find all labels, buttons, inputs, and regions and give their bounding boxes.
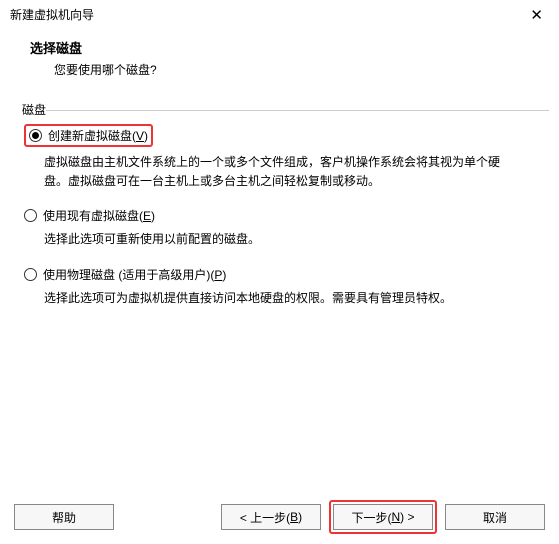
wizard-header: 选择磁盘 您要使用哪个磁盘? — [0, 28, 559, 90]
option-use-existing-disk[interactable]: 使用现有虚拟磁盘(E) 选择此选项可重新使用以前配置的磁盘。 — [24, 207, 539, 249]
option-description: 虚拟磁盘由主机文件系统上的一个或多个文件组成，客户机操作系统会将其视为单个硬盘。… — [44, 153, 519, 191]
next-button[interactable]: 下一步(N) > — [333, 504, 433, 530]
option-label: 使用现有虚拟磁盘(E) — [43, 207, 155, 224]
radio-use-physical-disk[interactable] — [24, 268, 37, 281]
title-bar: 新建虚拟机向导 ✕ — [0, 0, 559, 28]
radio-use-existing-disk[interactable] — [24, 209, 37, 222]
option-label: 创建新虚拟磁盘(V) — [48, 127, 148, 144]
back-button[interactable]: < 上一步(B) — [221, 504, 321, 530]
page-title: 选择磁盘 — [30, 38, 559, 57]
cancel-button[interactable]: 取消 — [445, 504, 545, 530]
option-description: 选择此选项可为虚拟机提供直接访问本地硬盘的权限。需要具有管理员特权。 — [44, 289, 519, 308]
option-description: 选择此选项可重新使用以前配置的磁盘。 — [44, 230, 519, 249]
option-create-new-disk[interactable]: 创建新虚拟磁盘(V) 虚拟磁盘由主机文件系统上的一个或多个文件组成，客户机操作系… — [24, 124, 539, 191]
highlight-selected-option: 创建新虚拟磁盘(V) — [24, 124, 153, 147]
window-title: 新建虚拟机向导 — [10, 6, 94, 23]
highlight-next-button: 下一步(N) > — [329, 500, 437, 534]
close-icon[interactable]: ✕ — [524, 6, 549, 25]
group-divider — [10, 110, 549, 111]
group-label-disk: 磁盘 — [4, 101, 46, 118]
option-label: 使用物理磁盘 (适用于高级用户)(P) — [43, 266, 226, 283]
radio-create-new-disk[interactable] — [29, 129, 42, 142]
page-subtitle: 您要使用哪个磁盘? — [30, 61, 559, 78]
help-button[interactable]: 帮助 — [14, 504, 114, 530]
option-use-physical-disk[interactable]: 使用物理磁盘 (适用于高级用户)(P) 选择此选项可为虚拟机提供直接访问本地硬盘… — [24, 266, 539, 308]
wizard-footer: 帮助 < 上一步(B) 下一步(N) > 取消 — [0, 500, 559, 534]
disk-options-group: 创建新虚拟磁盘(V) 虚拟磁盘由主机文件系统上的一个或多个文件组成，客户机操作系… — [0, 112, 559, 308]
